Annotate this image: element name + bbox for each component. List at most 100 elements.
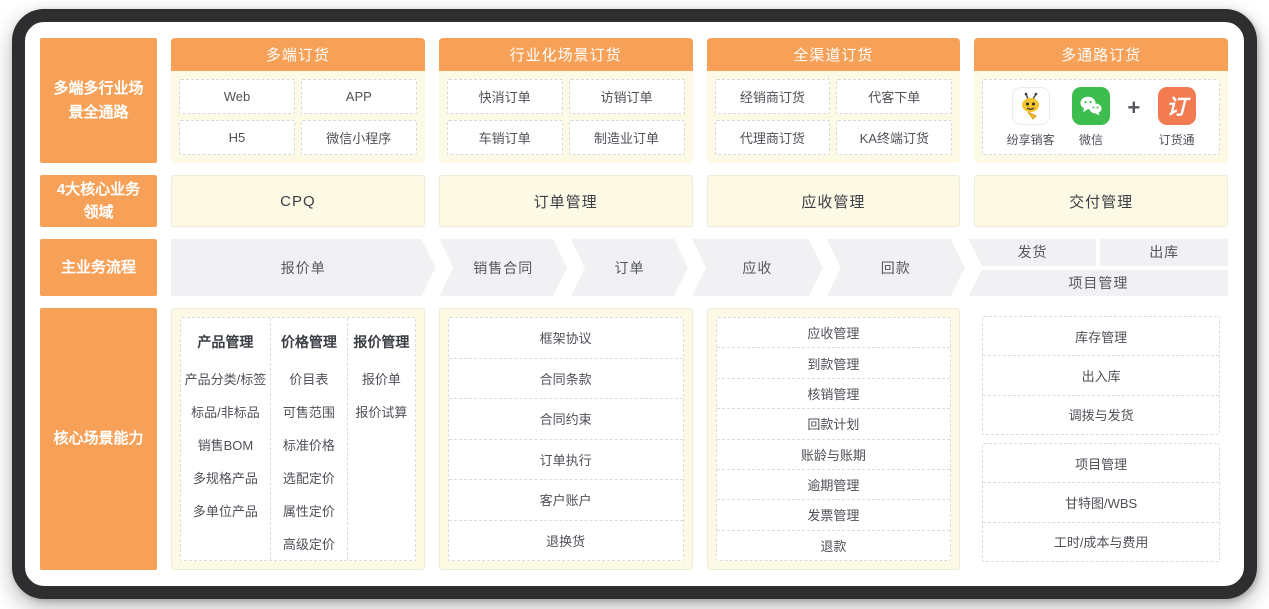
channel-item: 代客下单 [836,79,953,114]
flow-step-shipping: 发货 [968,239,1097,266]
channel-items: Web APP H5 微信小程序 [179,79,417,155]
capability-item: 合同条款 [448,359,683,399]
channel-body: 快消订单 访销订单 车销订单 制造业订单 [438,71,693,163]
column-header: 报价管理 [353,334,410,350]
channel-item: KA终端订货 [836,120,953,155]
capability-item: 选配定价 [282,471,335,486]
channel-body: 经销商订货 代客下单 代理商订货 KA终端订货 [706,71,961,163]
app-label: 纷享销客 [1006,132,1055,147]
channel-item: 制造业订单 [568,120,685,155]
capability-item: 合同约束 [448,399,683,440]
capability-item: 标准价格 [282,438,335,453]
capability-item: 多规格产品 [192,471,258,486]
flow-step-order: 订单 [571,239,688,296]
channel-body: Web APP H5 微信小程序 [171,71,425,163]
flow-step-outbound: 出库 [1100,239,1228,266]
flow-step-receivable: 应收 [692,239,823,296]
capability-item: 应收管理 [716,318,951,349]
flow-step-contract: 销售合同 [439,239,567,296]
channel-items: 快消订单 访销订单 车销订单 制造业订单 [446,79,685,155]
flow-group-delivery: 发货 出库 项目管理 [968,239,1228,296]
app-dinghuotong: 订 订货通 [1157,86,1196,148]
flow-step-payment: 回款 [827,239,965,296]
capability-item: 核销管理 [716,379,951,410]
app-wechat: 微信 [1072,86,1111,148]
device-frame: 多端多行业场景全通路 多端订货 Web APP H5 微信小程序 行业化场景订货 [12,9,1257,599]
capability-column-quote: 报价管理 报价单 报价试算 [346,318,415,560]
wechat-icon [1072,86,1111,125]
capability-block-order: 框架协议 合同条款 合同约束 订单执行 客户账户 退换货 [438,308,693,570]
capability-item: 逾期管理 [716,470,951,501]
capability-list: 框架协议 合同条款 合同约束 订单执行 客户账户 退换货 [447,317,684,561]
channel-item: 经销商订货 [714,79,831,114]
capability-item: 订单执行 [448,440,683,480]
channel-item: H5 [179,120,295,155]
column-header: 产品管理 [197,334,254,350]
capability-item: 标品/非标品 [191,405,260,420]
capability-item: 报价单 [361,372,401,387]
channel-block-multi-device: 多端订货 Web APP H5 微信小程序 [171,38,425,163]
channel-item: 快消订单 [446,79,563,114]
capability-block-receivable: 应收管理 到款管理 核销管理 回款计划 账龄与账期 逾期管理 发票管理 退款 [706,308,961,570]
channel-header: 多端订货 [171,38,425,71]
capability-item: 产品分类/标签 [184,372,267,387]
capability-item: 报价试算 [355,405,408,420]
channel-block-industry: 行业化场景订货 快消订单 访销订单 车销订单 制造业订单 [438,38,693,163]
capability-item: 项目管理 [983,444,1219,484]
column-header: 价格管理 [280,334,337,350]
capability-item: 多单位产品 [192,504,258,519]
capability-item: 甘特图/WBS [983,483,1219,523]
capability-item: 属性定价 [282,504,335,519]
capability-item: 退款 [820,538,847,554]
channel-item: 访销订单 [568,79,685,114]
capability-item: 调拨与发货 [1068,408,1134,424]
app-label: 微信 [1079,132,1104,147]
domain-delivery: 交付管理 [974,175,1228,227]
capability-item: 工时/成本与费用 [1053,535,1149,551]
flow-step-project: 项目管理 [968,269,1228,296]
capability-item: 出入库 [983,356,1219,396]
capability-block-cpq: 产品管理 产品分类/标签 标品/非标品 销售BOM 多规格产品 多单位产品 价格… [171,308,425,570]
capability-item: 发票管理 [716,500,951,531]
channel-header: 行业化场景订货 [438,38,693,71]
flow-group-top: 发货 出库 [968,239,1228,266]
rail-label-capabilities: 核心场景能力 [40,308,157,570]
capability-item: 回款计划 [716,409,951,440]
capability-list: 应收管理 到款管理 核销管理 回款计划 账龄与账期 逾期管理 发票管理 退款 [715,317,952,561]
fxiaoke-bee-icon [1011,86,1050,125]
apps-box: 纷享销客 微信 + 订 订货通 [982,79,1220,155]
capability-item: 高级定价 [282,537,335,552]
capability-item: 框架协议 [448,318,683,359]
capability-column-product: 产品管理 产品分类/标签 标品/非标品 销售BOM 多规格产品 多单位产品 [181,318,270,560]
process-flow: 报价单 销售合同 订单 应收 回款 发货 出库 项目管理 [171,239,1228,296]
capability-item: 价目表 [289,372,329,387]
capability-item: 到款管理 [716,348,951,379]
channel-item: Web [179,79,295,114]
app-fxiaoke: 纷享销客 [1006,86,1055,148]
diagram-grid: 多端多行业场景全通路 多端订货 Web APP H5 微信小程序 行业化场景订货 [40,38,1228,570]
channel-item: 车销订单 [446,120,563,155]
rail-label-channels: 多端多行业场景全通路 [40,38,157,163]
channel-header: 全渠道订货 [706,38,961,71]
diagram-canvas: 多端多行业场景全通路 多端订货 Web APP H5 微信小程序 行业化场景订货 [25,22,1244,586]
rail-label-flow: 主业务流程 [40,239,157,296]
channel-block-multi-path: 多通路订货 纷享销客 微信 + 订 订货通 [974,38,1228,163]
channel-item: 微信小程序 [300,120,417,155]
capability-item: 客户账户 [448,480,683,521]
capability-columns: 产品管理 产品分类/标签 标品/非标品 销售BOM 多规格产品 多单位产品 价格… [180,317,416,561]
capability-sublist-project: 项目管理 甘特图/WBS 工时/成本与费用 [982,443,1220,562]
domain-order: 订单管理 [438,175,693,227]
capability-item: 可售范围 [282,405,335,420]
capability-item: 账龄与账期 [716,440,951,470]
channel-header: 多通路订货 [974,38,1228,71]
channel-items: 经销商订货 代客下单 代理商订货 KA终端订货 [714,79,953,155]
plus-icon: + [1127,95,1141,120]
capability-sublist-warehouse: 库存管理 出入库 调拨与发货 [982,316,1220,435]
domain-cpq: CPQ [171,175,425,227]
capability-item: 退换货 [546,533,586,549]
domain-receivable: 应收管理 [706,175,961,227]
app-label: 订货通 [1158,132,1195,147]
channel-item: APP [300,79,417,114]
capability-item: 销售BOM [197,438,254,453]
channel-block-omni: 全渠道订货 经销商订货 代客下单 代理商订货 KA终端订货 [706,38,961,163]
